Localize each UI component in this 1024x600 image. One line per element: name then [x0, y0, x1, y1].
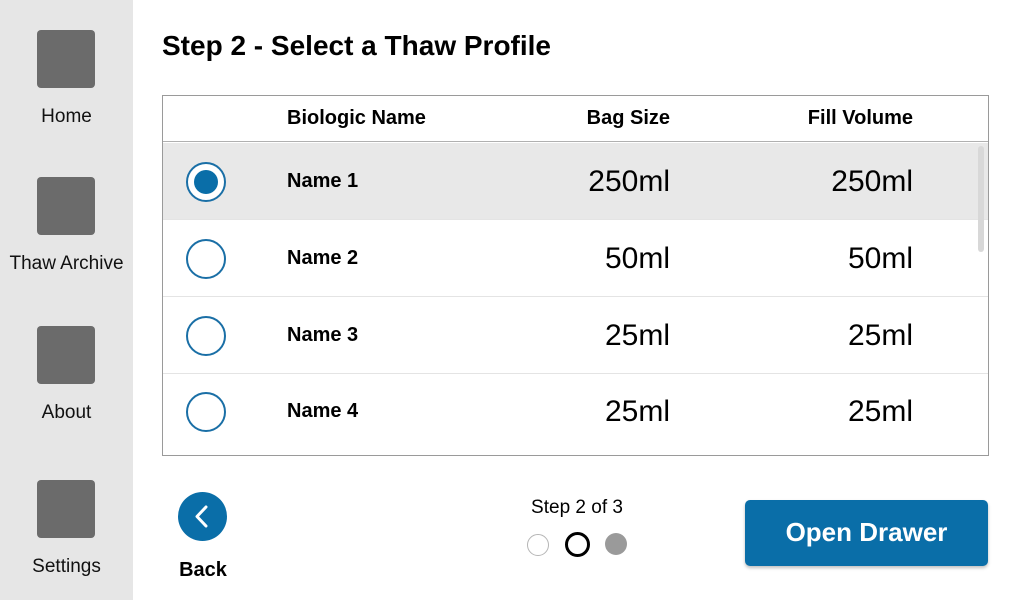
sidebar-item-label: Home [41, 106, 92, 127]
fill-volume-cell: 25ml [847, 319, 913, 352]
table-row[interactable]: Name 1 250ml 250ml [163, 143, 988, 220]
column-header-fill-volume: Fill Volume [807, 107, 913, 129]
settings-tile-icon [37, 480, 95, 538]
bag-size-cell: 25ml [604, 319, 670, 352]
sidebar: Home Thaw Archive About Settings [0, 0, 133, 600]
sidebar-item-label: Settings [32, 556, 101, 577]
about-tile-icon [37, 326, 95, 384]
bag-size-cell: 250ml [588, 165, 670, 198]
biologic-name-cell: Name 1 [287, 170, 359, 192]
radio-button[interactable] [186, 316, 226, 356]
sidebar-item-label: Thaw Archive [9, 253, 124, 274]
chevron-left-icon [195, 505, 208, 528]
step-indicator-text: Step 2 of 3 [531, 497, 623, 518]
radio-button[interactable] [186, 162, 226, 202]
column-header-biologic-name: Biologic Name [287, 107, 426, 129]
table-row[interactable]: Name 2 50ml 50ml [163, 220, 988, 297]
home-tile-icon [37, 30, 95, 88]
table-header: Biologic Name Bag Size Fill Volume [163, 96, 988, 142]
sidebar-item-label: About [41, 402, 92, 423]
table-row[interactable]: Name 3 25ml 25ml [163, 297, 988, 374]
back-label: Back [179, 559, 227, 581]
archive-tile-icon [37, 177, 95, 235]
profile-table: Biologic Name Bag Size Fill Volume Name … [162, 95, 989, 456]
bag-size-cell: 25ml [604, 395, 670, 428]
table-row[interactable]: Name 4 25ml 25ml [163, 373, 988, 450]
fill-volume-cell: 250ml [831, 165, 913, 198]
bag-size-cell: 50ml [604, 242, 670, 275]
radio-button[interactable] [186, 239, 226, 279]
open-drawer-button[interactable]: Open Drawer [745, 500, 988, 566]
radio-button[interactable] [186, 392, 226, 432]
column-header-bag-size: Bag Size [586, 107, 670, 129]
step-dot-1 [527, 534, 549, 556]
biologic-name-cell: Name 3 [287, 324, 359, 346]
radio-selected-dot [194, 170, 218, 194]
biologic-name-cell: Name 4 [287, 400, 359, 422]
fill-volume-cell: 25ml [847, 395, 913, 428]
back-button[interactable] [178, 492, 227, 541]
step-dot-2-current [565, 532, 590, 557]
table-scrollbar[interactable] [978, 146, 984, 252]
biologic-name-cell: Name 2 [287, 247, 359, 269]
fill-volume-cell: 50ml [847, 242, 913, 275]
step-dot-3 [605, 533, 627, 555]
page-title: Step 2 - Select a Thaw Profile [162, 30, 552, 61]
